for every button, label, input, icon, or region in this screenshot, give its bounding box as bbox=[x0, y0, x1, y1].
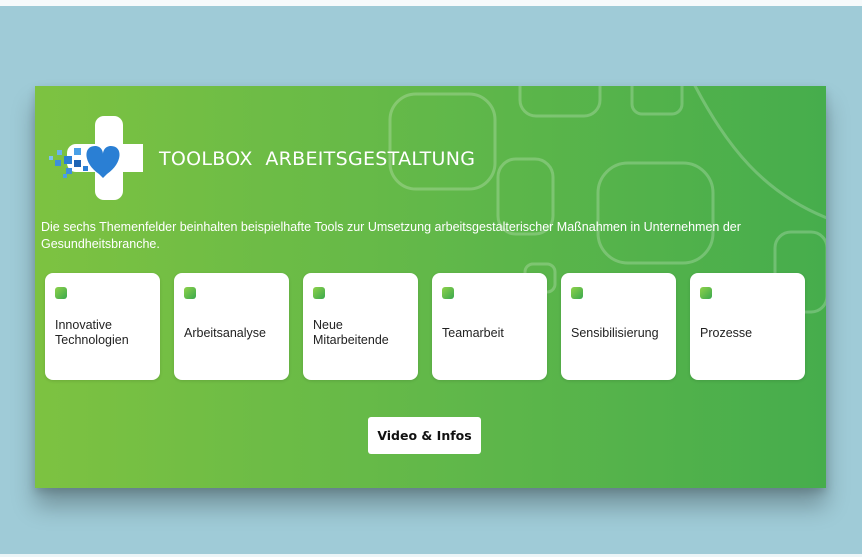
topic-card-label: Sensibilisierung bbox=[571, 325, 659, 340]
topic-card-teamarbeit[interactable]: Teamarbeit bbox=[432, 273, 547, 380]
topic-card-prozesse[interactable]: Prozesse bbox=[690, 273, 805, 380]
toolbox-panel: TOOLBOX ARBEITSGESTALTUNG Die sechs Them… bbox=[35, 86, 826, 488]
topic-card-list: Innovative Technologien Arbeitsanalyse N… bbox=[45, 273, 807, 380]
topic-card-neue-mitarbeitende[interactable]: Neue Mitarbeitende bbox=[303, 273, 418, 380]
topic-card-label: Teamarbeit bbox=[442, 325, 504, 340]
page-title: TOOLBOX ARBEITSGESTALTUNG bbox=[159, 148, 476, 170]
toolbox-logo-icon bbox=[49, 116, 143, 200]
screen-edge-top bbox=[0, 0, 862, 6]
topic-card-innovative-technologien[interactable]: Innovative Technologien bbox=[45, 273, 160, 380]
intro-text: Die sechs Themenfelder beinhalten beispi… bbox=[41, 220, 741, 251]
topic-card-label: Prozesse bbox=[700, 325, 753, 340]
topic-card-label: Arbeitsanalyse bbox=[184, 325, 266, 340]
square-marker-icon bbox=[700, 287, 712, 299]
topic-card-label: Neue Mitarbeitende bbox=[313, 318, 389, 347]
topic-card-arbeitsanalyse[interactable]: Arbeitsanalyse bbox=[174, 273, 289, 380]
topic-card-label: Innovative Technologien bbox=[55, 318, 129, 347]
square-marker-icon bbox=[442, 287, 454, 299]
square-marker-icon bbox=[55, 287, 67, 299]
video-infos-button[interactable]: Video & Infos bbox=[368, 417, 481, 454]
square-marker-icon bbox=[571, 287, 583, 299]
square-marker-icon bbox=[184, 287, 196, 299]
topic-card-sensibilisierung[interactable]: Sensibilisierung bbox=[561, 273, 676, 380]
square-marker-icon bbox=[313, 287, 325, 299]
